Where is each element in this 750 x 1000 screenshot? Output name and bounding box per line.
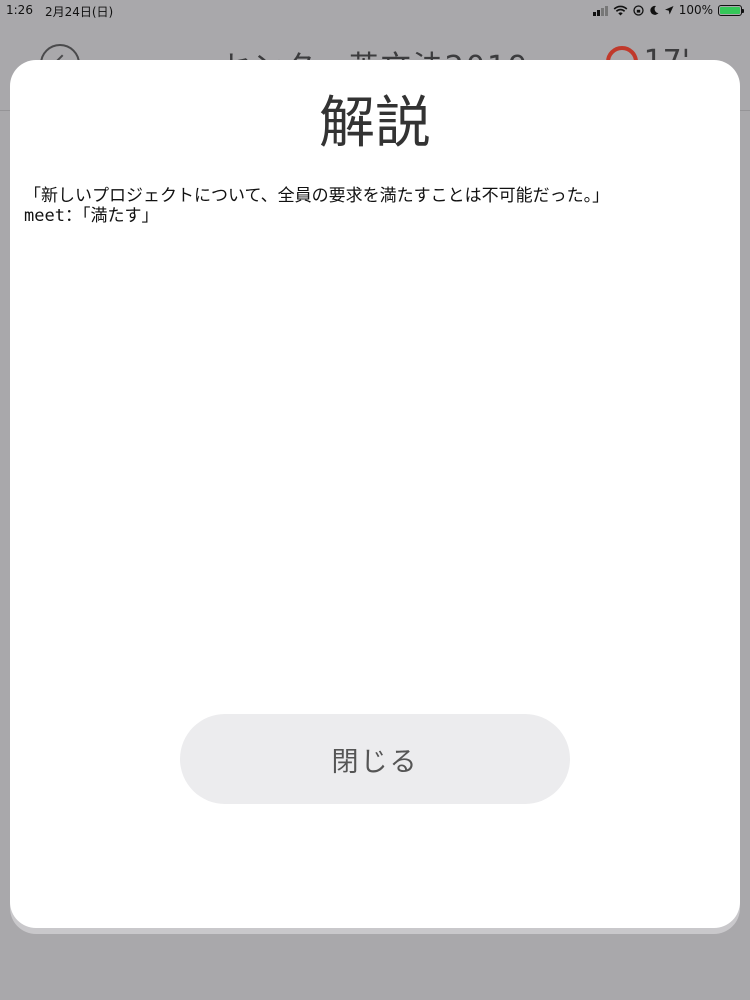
- status-time: 1:26: [6, 3, 33, 17]
- moon-icon: [650, 5, 659, 15]
- battery-icon: [718, 4, 744, 16]
- location-icon: [664, 5, 674, 14]
- cellular-signal-icon: [592, 5, 608, 16]
- close-button[interactable]: 閉じる: [180, 714, 570, 804]
- status-left: 1:26 2月24日(日): [6, 3, 113, 20]
- modal-title: 解説: [319, 91, 431, 156]
- status-date: 2月24日(日): [44, 5, 114, 19]
- explanation-modal: 解説 「新しいプロジェクトについて、全員の要求を満たすことは不可能だった。」 m…: [10, 60, 740, 928]
- explanation-line: meet：「満たす」: [24, 206, 159, 226]
- status-bar: 1:26 2月24日(日) 100%: [0, 0, 750, 22]
- status-right: 100%: [592, 3, 744, 17]
- battery-percent: 100%: [678, 3, 713, 17]
- explanation-line: 「新しいプロジェクトについて、全員の要求を満たすことは不可能だった。」: [24, 186, 610, 206]
- explanation-text: 「新しいプロジェクトについて、全員の要求を満たすことは不可能だった。」 meet…: [24, 186, 730, 226]
- orientation-lock-icon: [633, 4, 644, 16]
- wifi-icon: [613, 5, 628, 15]
- screen: 1:26 2月24日(日) 100% 解説 「新しいプロジェクトについて、全員の…: [0, 0, 750, 1000]
